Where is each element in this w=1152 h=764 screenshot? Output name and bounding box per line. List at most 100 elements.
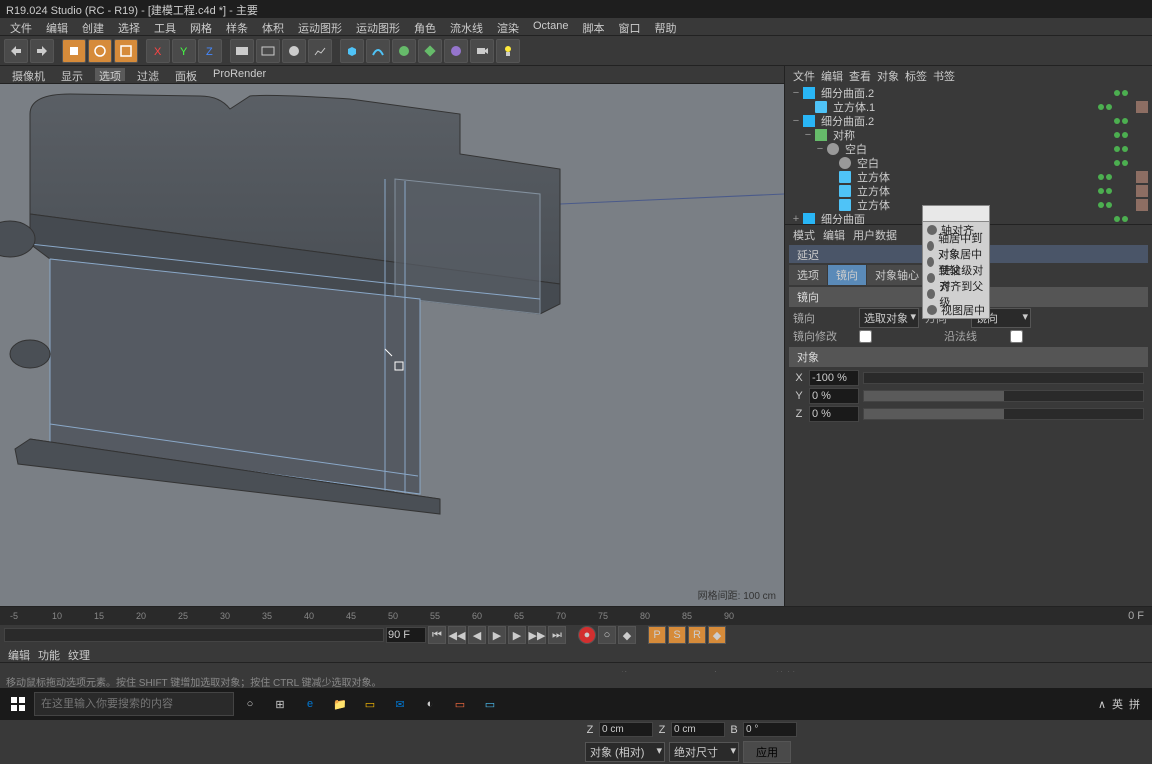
attr-menu-edit[interactable]: 编辑	[823, 227, 845, 241]
menu-mesh[interactable]: 网格	[184, 20, 218, 33]
environment-button[interactable]	[444, 39, 468, 63]
tree-row[interactable]: 立方体.1	[789, 100, 1148, 114]
app-icon-1[interactable]: ▭	[356, 690, 384, 718]
camera-button[interactable]	[470, 39, 494, 63]
scale-button[interactable]	[114, 39, 138, 63]
menu-create[interactable]: 创建	[76, 20, 110, 33]
menu-character[interactable]: 角色	[408, 20, 442, 33]
attr-tab-mirror[interactable]: 镜向	[828, 265, 866, 285]
scale-key-button[interactable]: S	[668, 626, 686, 644]
visibility-dot[interactable]	[1114, 160, 1120, 166]
view-tab-filter[interactable]: 过滤	[133, 68, 163, 81]
generator-button[interactable]	[392, 39, 416, 63]
visibility-dot[interactable]	[1114, 132, 1120, 138]
mirror-mode-dropdown[interactable]: 选取对象	[859, 308, 919, 328]
start-button[interactable]	[4, 690, 32, 718]
coord-mode-dropdown[interactable]: 对象 (相对)	[585, 742, 665, 762]
search-input[interactable]	[34, 692, 234, 716]
coord-tab-texture[interactable]: 纹理	[68, 647, 90, 663]
tree-expand-icon[interactable]: −	[815, 143, 825, 155]
visibility-dot[interactable]	[1098, 202, 1104, 208]
y-axis-button[interactable]: Y	[172, 39, 196, 63]
coord-size-Z[interactable]	[671, 722, 725, 737]
visibility-dot[interactable]	[1114, 146, 1120, 152]
menu-spline[interactable]: 样条	[220, 20, 254, 33]
time-ruler[interactable]: 0 F -51015202530354045505560657075808590	[0, 607, 1152, 625]
play-button[interactable]: ▶	[488, 626, 506, 644]
slider-track-Y[interactable]	[863, 390, 1144, 402]
menu-pipeline[interactable]: 流水线	[444, 20, 489, 33]
tree-row[interactable]: 立方体	[789, 184, 1148, 198]
visibility-dot[interactable]	[1114, 216, 1120, 222]
menu-mograph[interactable]: 运动图形	[292, 20, 348, 33]
viewport[interactable]: 网格间距: 100 cm	[0, 84, 784, 606]
tree-expand-icon[interactable]: −	[791, 115, 801, 127]
ctx-center-in-view[interactable]: 视图居中	[923, 302, 989, 318]
obj-menu-edit[interactable]: 编辑	[821, 68, 843, 82]
render-dot[interactable]	[1122, 160, 1128, 166]
cortana-icon[interactable]: ○	[236, 690, 264, 718]
slider-track-X[interactable]	[863, 372, 1144, 384]
autokey-button[interactable]: ○	[598, 626, 616, 644]
visibility-dot[interactable]	[1114, 118, 1120, 124]
render-dot[interactable]	[1122, 118, 1128, 124]
time-end-input[interactable]	[386, 627, 426, 643]
app-icon-3[interactable]: ◐	[416, 690, 444, 718]
tree-expand-icon[interactable]: +	[791, 213, 801, 224]
texture-tag-icon[interactable]	[1136, 171, 1148, 183]
ctx-align-to-parent[interactable]: 对齐到父级	[923, 286, 989, 302]
menu-mograph2[interactable]: 运动图形	[350, 20, 406, 33]
render-view-button[interactable]	[230, 39, 254, 63]
render-dot[interactable]	[1106, 104, 1112, 110]
goto-start-button[interactable]: ⏮	[428, 626, 446, 644]
menu-help[interactable]: 帮助	[648, 20, 682, 33]
time-scrubber[interactable]	[4, 628, 384, 642]
menu-octane[interactable]: Octane	[527, 20, 574, 33]
rot-key-button[interactable]: R	[688, 626, 706, 644]
view-tab-panel[interactable]: 面板	[171, 68, 201, 81]
render-dot[interactable]	[1122, 90, 1128, 96]
obj-menu-object[interactable]: 对象	[877, 68, 899, 82]
app-icon-4[interactable]: ▭	[446, 690, 474, 718]
menu-edit[interactable]: 编辑	[40, 20, 74, 33]
redo-button[interactable]	[30, 39, 54, 63]
obj-menu-view[interactable]: 查看	[849, 68, 871, 82]
render-dot[interactable]	[1122, 146, 1128, 152]
coord-size-dropdown[interactable]: 绝对尺寸	[669, 742, 739, 762]
attr-tab-options[interactable]: 选项	[789, 265, 827, 285]
taskview-icon[interactable]: ⊞	[266, 690, 294, 718]
texture-tag-icon[interactable]	[1136, 101, 1148, 113]
texture-tag-icon[interactable]	[1136, 185, 1148, 197]
coord-pos-Z[interactable]	[599, 722, 653, 737]
menu-file[interactable]: 文件	[4, 20, 38, 33]
render-dot[interactable]	[1106, 202, 1112, 208]
ime-mode-icon[interactable]: 拼	[1129, 696, 1140, 712]
menu-script[interactable]: 脚本	[576, 20, 610, 33]
spline-button[interactable]	[366, 39, 390, 63]
prev-key-button[interactable]: ◀◀	[448, 626, 466, 644]
attr-menu-userdata[interactable]: 用户数据	[853, 227, 897, 241]
render-dot[interactable]	[1122, 132, 1128, 138]
view-tab-prorender[interactable]: ProRender	[209, 68, 270, 81]
menu-window[interactable]: 窗口	[612, 20, 646, 33]
tree-row[interactable]: − 对称	[789, 128, 1148, 142]
view-tab-camera[interactable]: 摄像机	[8, 68, 49, 81]
next-key-button[interactable]: ▶▶	[528, 626, 546, 644]
move-button[interactable]	[88, 39, 112, 63]
next-frame-button[interactable]: ▶	[508, 626, 526, 644]
param-key-button[interactable]: ◆	[708, 626, 726, 644]
light-button[interactable]	[496, 39, 520, 63]
cube-button[interactable]	[340, 39, 364, 63]
object-tree[interactable]: − 细分曲面.2 立方体.1 − 细分曲面.2 − 对称 − 空白 空白 立方体	[785, 84, 1152, 224]
tree-row[interactable]: − 细分曲面.2	[789, 114, 1148, 128]
visibility-dot[interactable]	[1098, 104, 1104, 110]
view-tab-display[interactable]: 显示	[57, 68, 87, 81]
app-icon-2[interactable]: ✉	[386, 690, 414, 718]
visibility-dot[interactable]	[1098, 188, 1104, 194]
slider-input-Z[interactable]	[809, 406, 859, 422]
along-normal-checkbox[interactable]	[1010, 330, 1023, 343]
slider-input-Y[interactable]	[809, 388, 859, 404]
obj-menu-file[interactable]: 文件	[793, 68, 815, 82]
menu-volume[interactable]: 体积	[256, 20, 290, 33]
render-dot[interactable]	[1122, 216, 1128, 222]
